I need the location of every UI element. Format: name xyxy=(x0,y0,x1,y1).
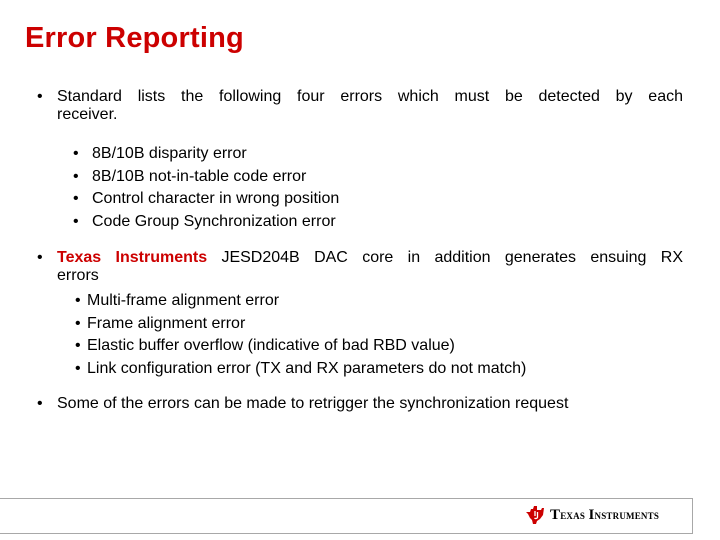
ti-logo: Texas Instruments xyxy=(525,505,659,525)
list-item-text: Multi-frame alignment error xyxy=(87,292,280,309)
bullet-dot: • xyxy=(75,337,81,354)
list-item-text: Code Group Synchronization error xyxy=(92,212,336,230)
bullet-text-line2: receiver. xyxy=(57,106,118,123)
bullet-dot: • xyxy=(37,395,43,412)
ti-errors-list: • Multi-frame alignment error • Frame al… xyxy=(72,290,526,380)
ti-logo-icon xyxy=(525,505,545,525)
slide-title: Error Reporting xyxy=(25,22,244,54)
list-item-text: 8B/10B disparity error xyxy=(92,145,247,162)
bullet-dot: • xyxy=(37,249,43,266)
bullet-dot: • xyxy=(73,190,79,207)
bullet-dot: • xyxy=(73,145,79,162)
list-item: • Code Group Synchronization error xyxy=(68,211,339,234)
bullet-text-rest: JESD204B DAC core in addition generates … xyxy=(207,249,684,266)
brand-name: Texas Instruments xyxy=(57,249,208,266)
bullet-text-line1: Texas Instruments JESD204B DAC core in a… xyxy=(57,249,683,267)
bullet-retrigger: • Some of the errors can be made to retr… xyxy=(31,395,683,413)
bullet-text-line2: errors xyxy=(57,267,99,284)
bullet-dot: • xyxy=(73,212,79,230)
bullet-dot: • xyxy=(75,292,81,309)
list-item: • Multi-frame alignment error xyxy=(72,290,526,313)
list-item: • Link configuration error (TX and RX pa… xyxy=(72,358,526,381)
bullet-standard-errors: • Standard lists the following four erro… xyxy=(31,88,683,124)
list-item: • 8B/10B disparity error xyxy=(68,143,339,166)
standard-errors-list: • 8B/10B disparity error • 8B/10B not-in… xyxy=(68,143,339,233)
list-item-text: Link configuration error (TX and RX para… xyxy=(87,359,527,377)
bullet-dot: • xyxy=(37,88,43,105)
list-item-text: Elastic buffer overflow (indicative of b… xyxy=(87,337,455,354)
list-item: • 8B/10B not-in-table code error xyxy=(68,166,339,189)
list-item-text: Frame alignment error xyxy=(87,314,246,332)
list-item-text: Control character in wrong position xyxy=(92,190,340,207)
bullet-dot: • xyxy=(75,314,81,332)
list-item: • Elastic buffer overflow (indicative of… xyxy=(72,335,526,358)
bullet-dot: • xyxy=(73,167,79,185)
bullet-text: Some of the errors can be made to retrig… xyxy=(57,395,569,412)
list-item: • Control character in wrong position xyxy=(68,188,339,211)
bullet-text-line1: Standard lists the following four errors… xyxy=(57,88,683,105)
bullet-ti-errors: • Texas Instruments JESD204B DAC core in… xyxy=(31,249,683,285)
list-item-text: 8B/10B not-in-table code error xyxy=(92,167,307,185)
bullet-dot: • xyxy=(75,359,81,377)
list-item: • Frame alignment error xyxy=(72,313,526,336)
ti-logo-text: Texas Instruments xyxy=(550,506,660,523)
